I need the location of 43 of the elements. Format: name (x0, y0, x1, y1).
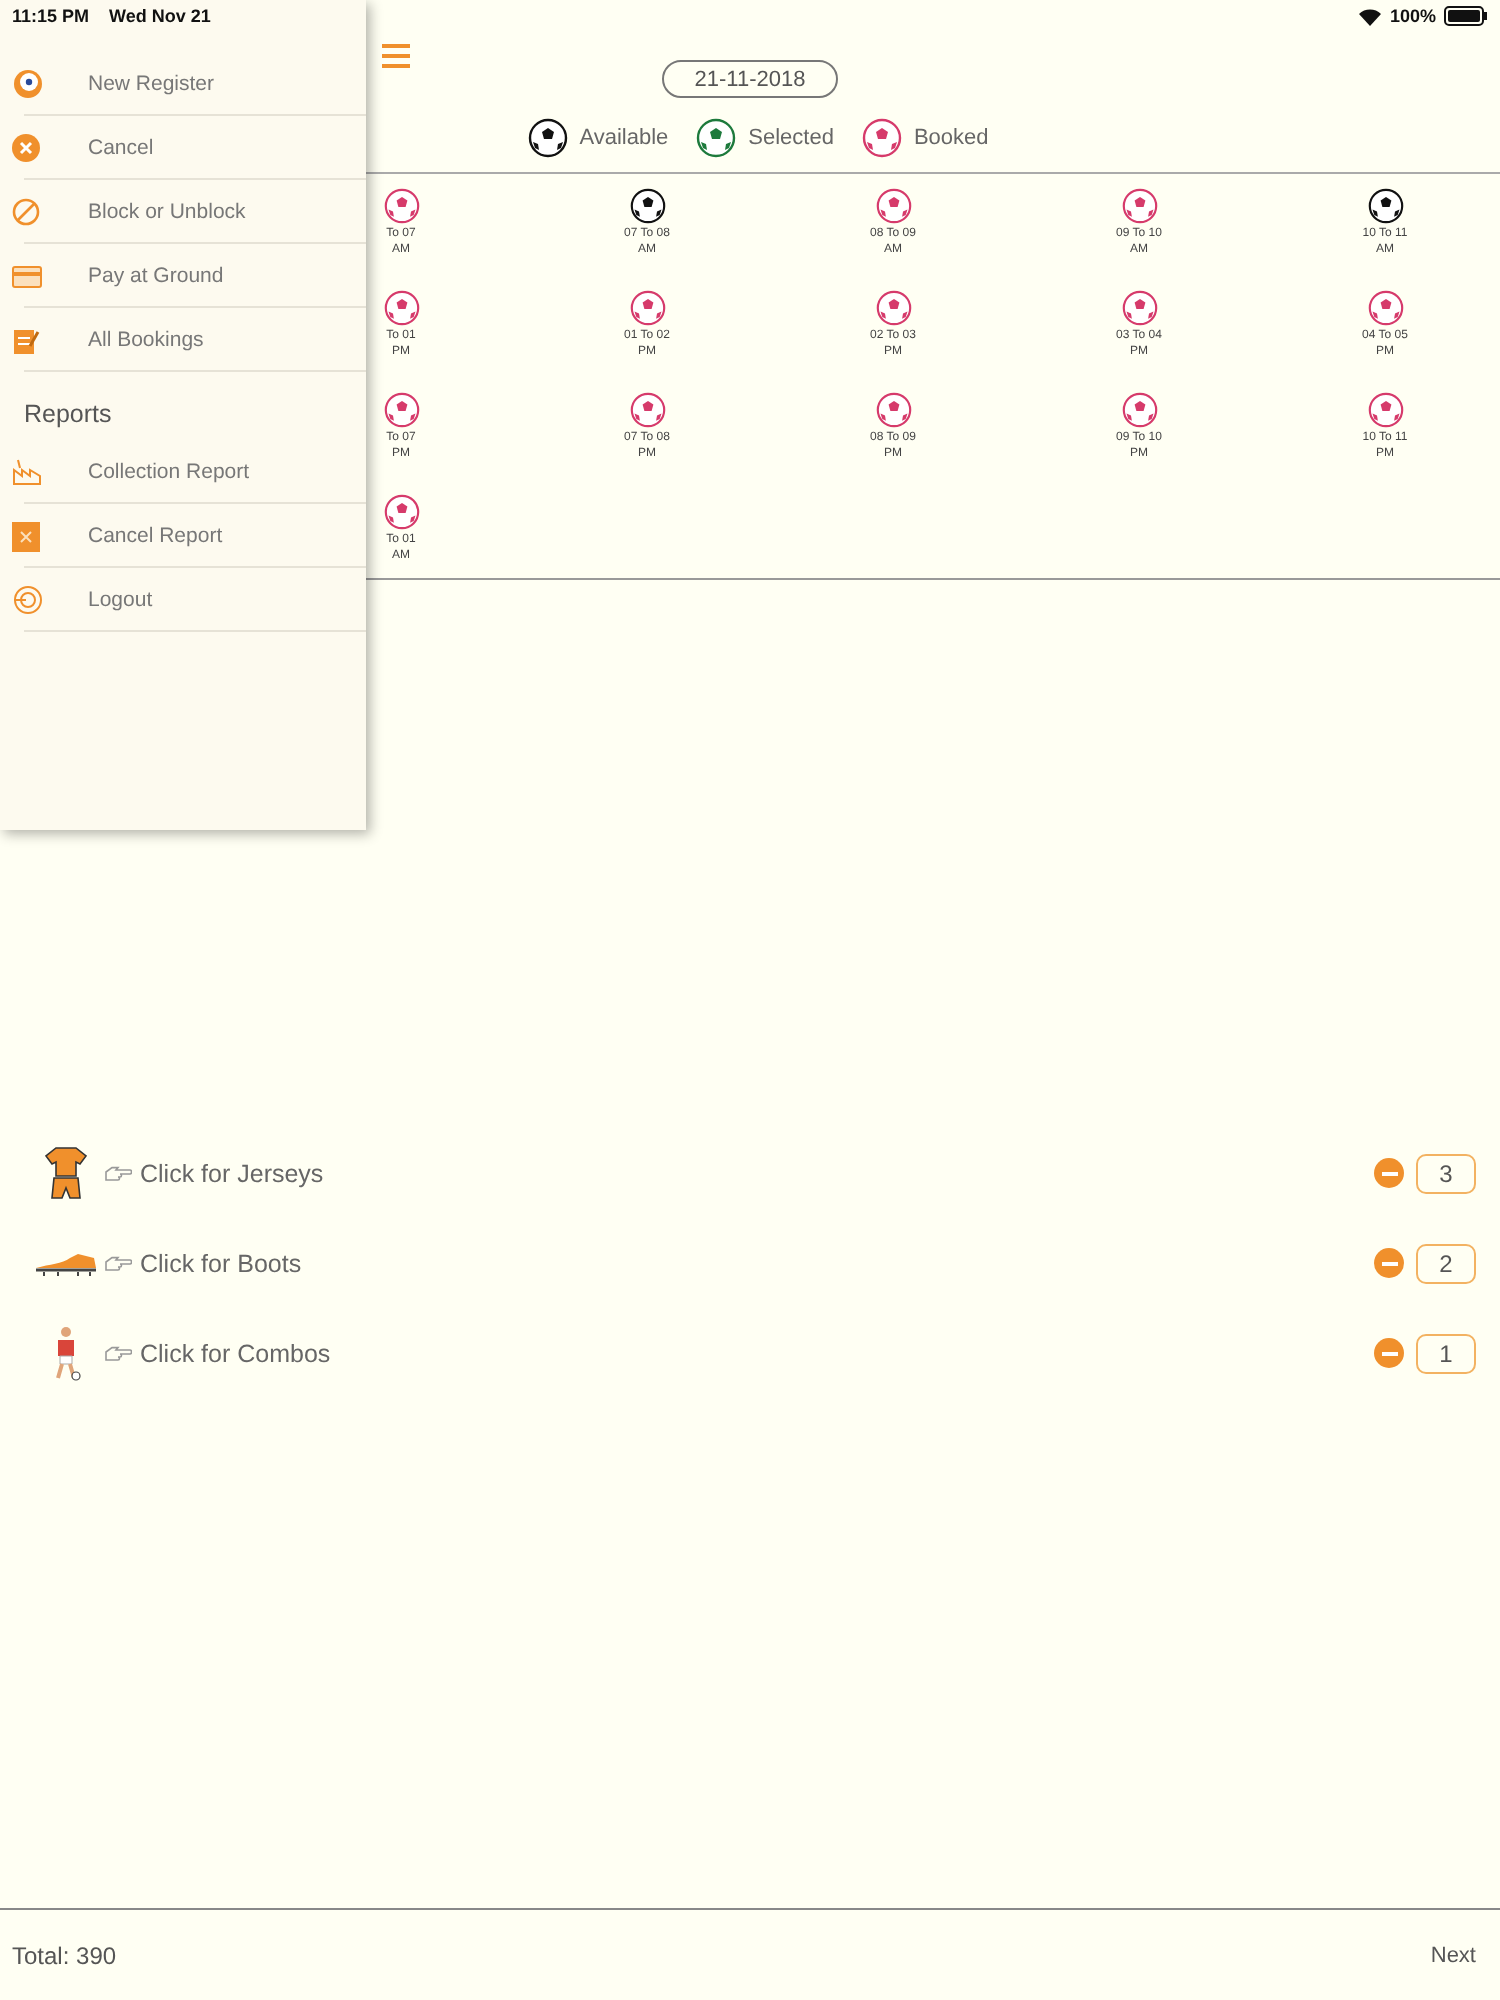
legend-label: Available (579, 126, 669, 150)
legend-label: Booked (913, 126, 989, 150)
close-icon (12, 134, 40, 162)
decrement-button[interactable] (1374, 1248, 1404, 1278)
date-picker[interactable]: 21-11-2018 (662, 60, 838, 98)
jersey-icon (44, 1145, 88, 1201)
product-link[interactable]: Click for Boots (100, 1249, 302, 1277)
status-time: 11:15 PM (12, 6, 90, 26)
quantity-field[interactable]: 2 (1416, 1243, 1476, 1283)
section-title: Reports (22, 398, 114, 432)
battery-percent: 100% (1389, 6, 1436, 26)
logout-icon (12, 584, 44, 616)
pointing-hand-icon (104, 1345, 132, 1361)
factory-icon (12, 458, 42, 486)
legend-label: Selected (748, 126, 834, 150)
menu-item[interactable]: Cancel Report (0, 504, 366, 568)
pointing-hand-icon (104, 1165, 132, 1181)
menu-item[interactable]: Cancel (0, 116, 366, 180)
document-close-icon (12, 521, 40, 551)
player-icon (50, 1325, 82, 1381)
menu-item[interactable]: New Register (0, 52, 366, 116)
battery-icon (1444, 6, 1488, 26)
wifi-icon (1357, 7, 1382, 25)
card-icon (12, 265, 42, 287)
next-button[interactable]: Next (1430, 1943, 1476, 1967)
menu-item[interactable]: Logout (0, 568, 366, 632)
menu-item[interactable]: Pay at Ground (0, 244, 366, 308)
menu-item[interactable]: Block or Unblock (0, 180, 366, 244)
total-label: Total: 390 (12, 1941, 117, 1969)
decrement-button[interactable] (1374, 1158, 1404, 1188)
decrement-button[interactable] (1374, 1338, 1404, 1368)
status-date: Wed Nov 21 (109, 6, 211, 26)
menu-item[interactable]: All Bookings (0, 308, 366, 372)
menu-item[interactable]: Collection Report (0, 440, 366, 504)
block-icon (12, 198, 40, 226)
menu-button[interactable] (382, 44, 410, 68)
pointing-hand-icon (104, 1255, 132, 1271)
product-link[interactable]: Click for Combos (100, 1339, 331, 1367)
quantity-field[interactable]: 3 (1416, 1153, 1476, 1193)
quantity-field[interactable]: 1 (1416, 1333, 1476, 1373)
boot-icon (34, 1251, 98, 1275)
clipboard-icon (12, 325, 40, 355)
product-link[interactable]: Click for Jerseys (100, 1159, 324, 1187)
